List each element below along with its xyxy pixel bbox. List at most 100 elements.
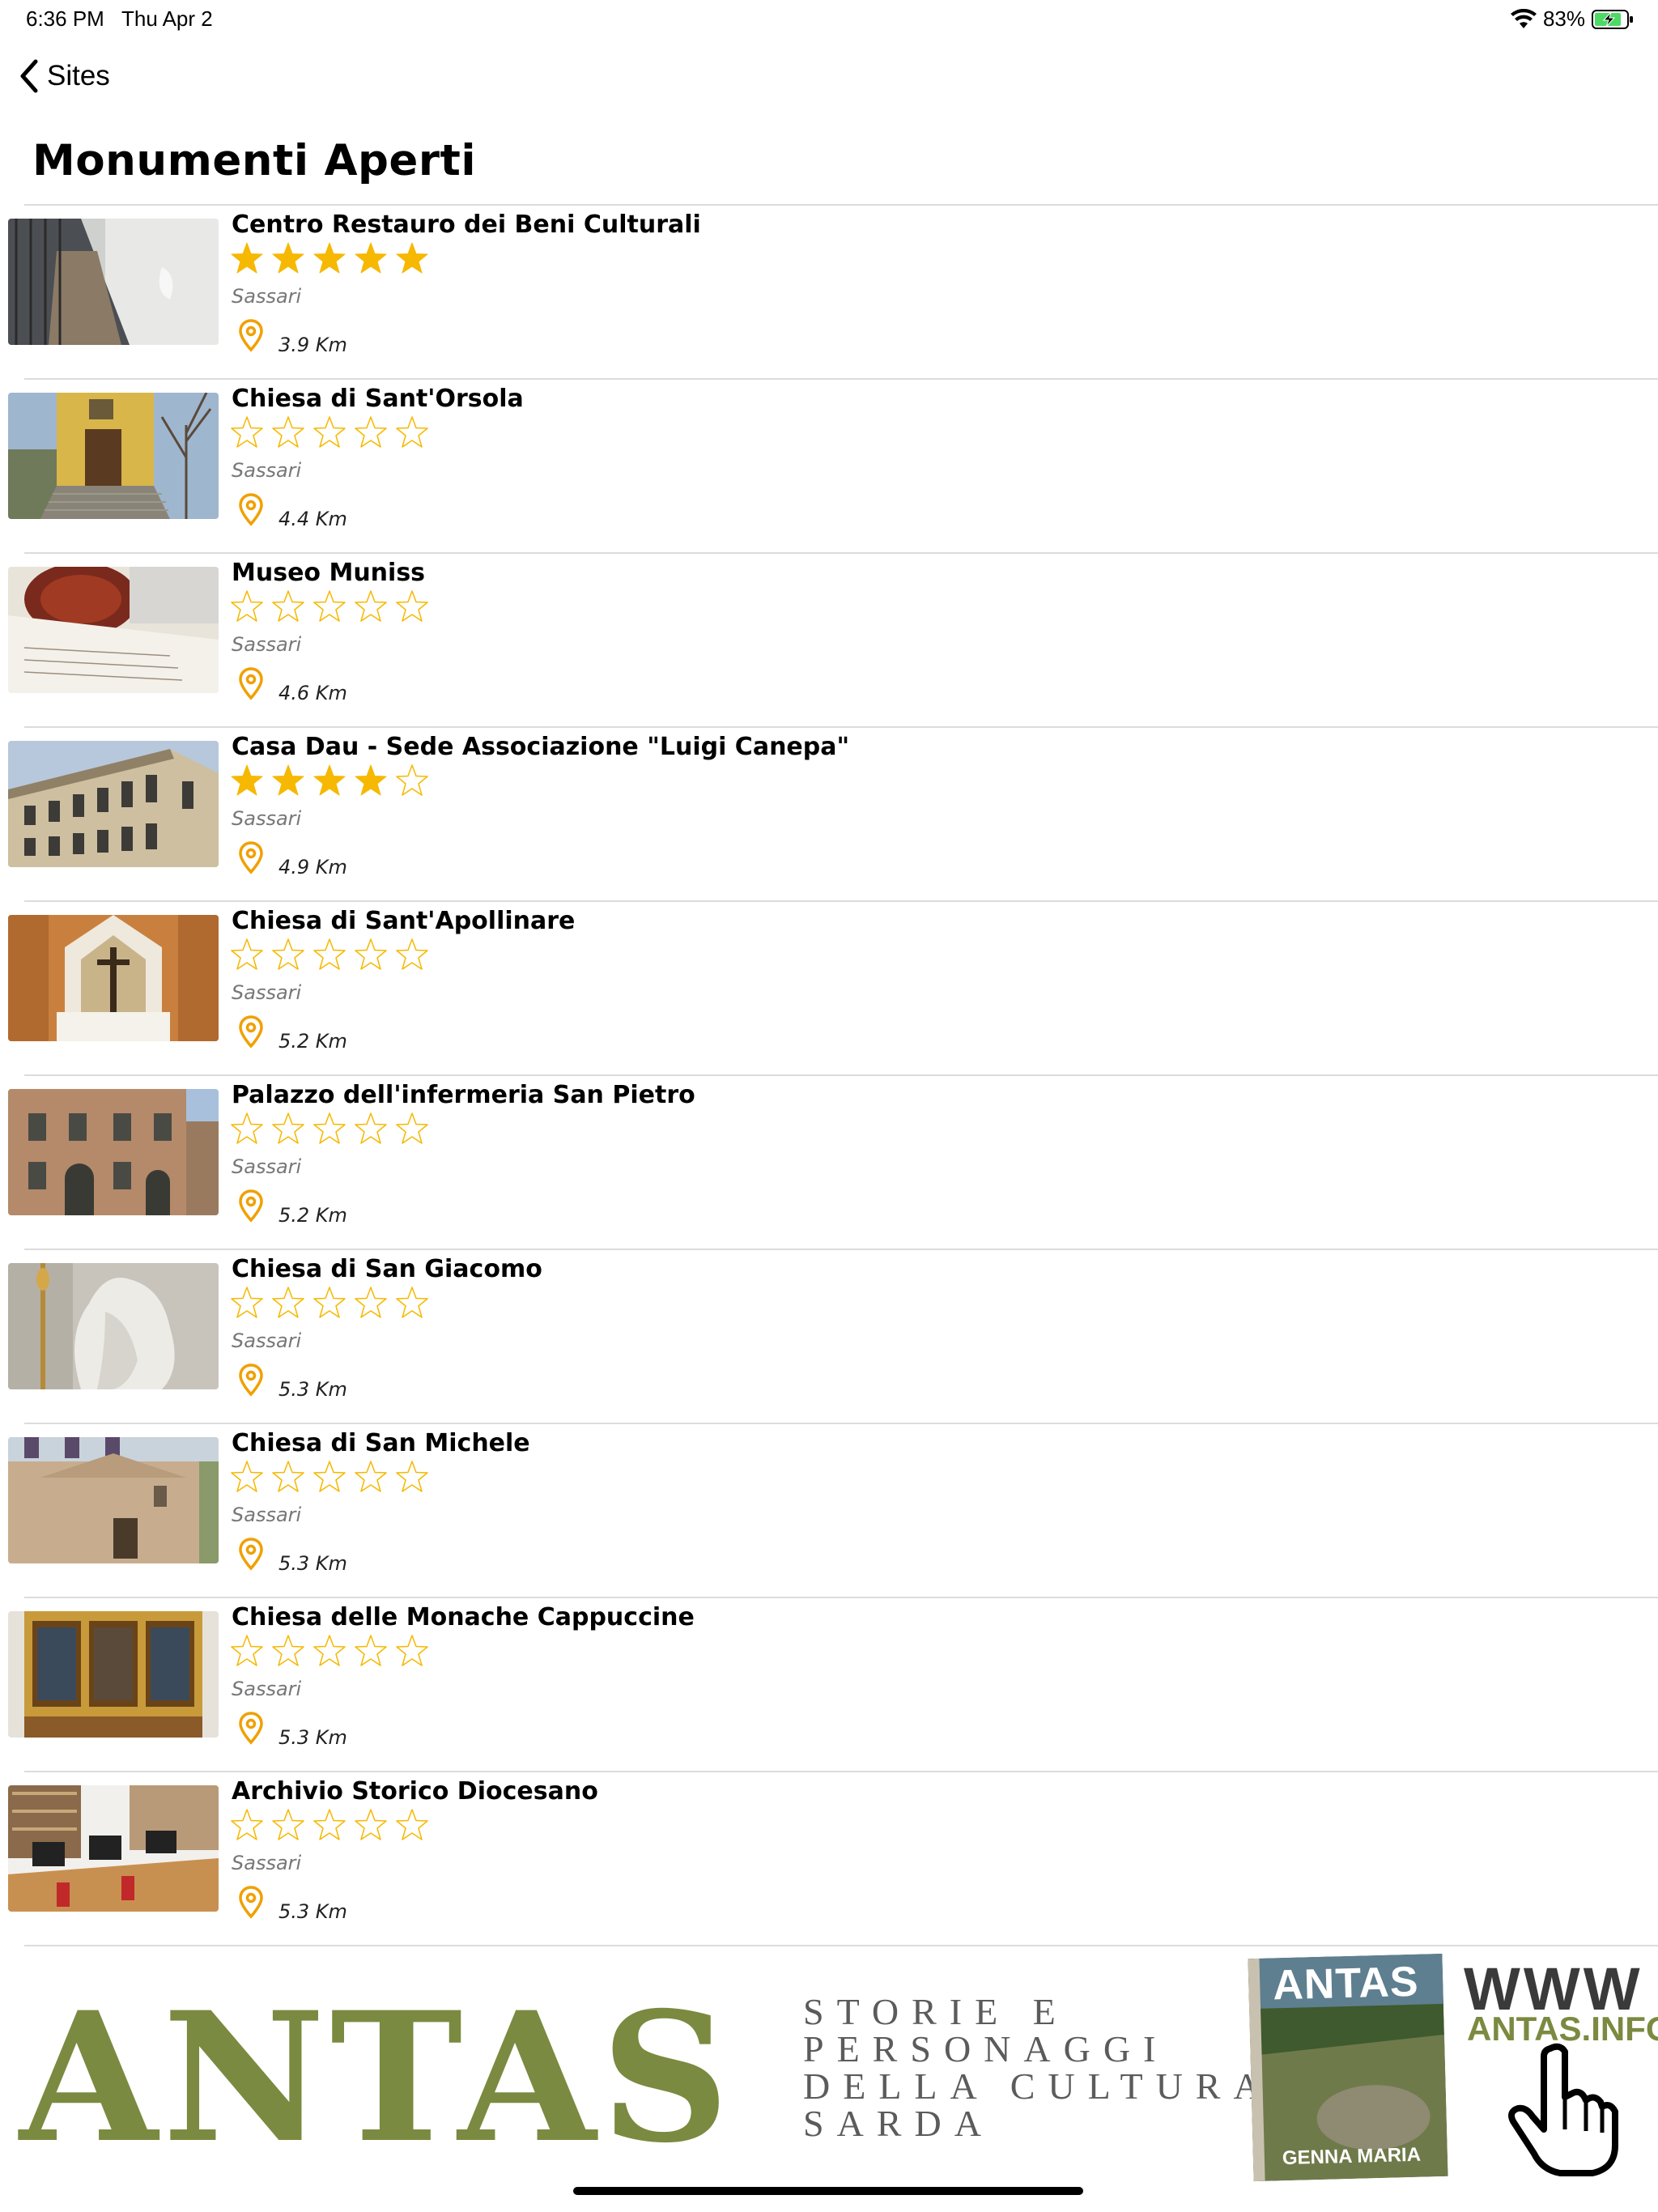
list-item[interactable]: Casa Dau - Sede Associazione "Luigi Cane… bbox=[0, 726, 1658, 900]
star-filled-icon bbox=[231, 242, 263, 274]
star-outline-icon bbox=[313, 1112, 346, 1144]
star-outline-icon bbox=[355, 590, 387, 622]
star-outline-icon bbox=[313, 590, 346, 622]
star-outline-icon bbox=[272, 1287, 304, 1318]
pointing-hand-icon bbox=[1508, 2043, 1618, 2176]
location-pin-icon bbox=[239, 493, 263, 526]
star-rating bbox=[230, 1286, 429, 1320]
star-rating bbox=[230, 1808, 429, 1842]
star-filled-icon bbox=[272, 764, 304, 796]
thumbnail-image bbox=[8, 393, 219, 519]
site-name: Archivio Storico Diocesano bbox=[232, 1777, 598, 1806]
thumbnail-image bbox=[8, 741, 219, 867]
location-pin-icon bbox=[239, 1886, 263, 1919]
star-outline-icon bbox=[231, 416, 263, 448]
thumbnail-image bbox=[8, 1263, 219, 1389]
star-rating bbox=[230, 1112, 429, 1146]
star-outline-icon bbox=[355, 1287, 387, 1318]
star-rating bbox=[230, 241, 429, 275]
star-rating bbox=[230, 1634, 429, 1668]
status-indicators: 83% bbox=[1510, 6, 1634, 32]
site-name: Chiesa di San Michele bbox=[232, 1429, 530, 1457]
tagline-line: STORIE E bbox=[803, 1991, 1069, 2032]
star-outline-icon bbox=[231, 1287, 263, 1318]
list-item[interactable]: Centro Restauro dei Beni Culturali Sassa… bbox=[0, 204, 1658, 378]
site-city: Sassari bbox=[232, 1852, 302, 1874]
star-outline-icon bbox=[396, 1112, 428, 1144]
site-distance: 5.2 Km bbox=[278, 1204, 347, 1227]
site-name: Chiesa delle Monache Cappuccine bbox=[232, 1603, 695, 1631]
star-outline-icon bbox=[396, 938, 428, 970]
site-city: Sassari bbox=[232, 807, 302, 830]
star-filled-icon bbox=[231, 764, 263, 796]
back-button[interactable]: Sites bbox=[18, 58, 110, 94]
thumbnail-image bbox=[8, 1437, 219, 1563]
status-date: Thu Apr 2 bbox=[121, 6, 213, 31]
star-outline-icon bbox=[313, 1461, 346, 1492]
list-item[interactable]: Chiesa di San Michele Sassari 5.3 Km bbox=[0, 1423, 1658, 1597]
star-rating bbox=[230, 938, 429, 972]
list-item[interactable]: Museo Muniss Sassari 4.6 Km bbox=[0, 552, 1658, 726]
site-distance: 4.4 Km bbox=[278, 508, 347, 530]
list-item[interactable]: Chiesa delle Monache Cappuccine Sassari … bbox=[0, 1597, 1658, 1771]
home-indicator[interactable] bbox=[573, 2187, 1083, 2195]
site-distance: 4.9 Km bbox=[278, 856, 347, 878]
list-item[interactable]: Chiesa di Sant'Apollinare Sassari 5.2 Km bbox=[0, 900, 1658, 1074]
star-outline-icon bbox=[231, 1809, 263, 1840]
site-distance: 5.3 Km bbox=[278, 1900, 347, 1923]
site-name: Chiesa di San Giacomo bbox=[232, 1255, 542, 1283]
star-outline-icon bbox=[313, 1809, 346, 1840]
banner-tagline: STORIE E PERSONAGGI DELLA CULTURA SARDA bbox=[803, 1993, 1273, 2142]
star-outline-icon bbox=[396, 1635, 428, 1666]
star-outline-icon bbox=[272, 1112, 304, 1144]
tagline-line: PERSONAGGI bbox=[803, 2028, 1169, 2069]
star-outline-icon bbox=[355, 1461, 387, 1492]
list-item[interactable]: Chiesa di Sant'Orsola Sassari 4.4 Km bbox=[0, 378, 1658, 552]
site-city: Sassari bbox=[232, 1678, 302, 1700]
star-outline-icon bbox=[272, 938, 304, 970]
star-outline-icon bbox=[396, 1809, 428, 1840]
thumbnail-image bbox=[8, 567, 219, 693]
status-bar: 6:36 PM Thu Apr 2 83% bbox=[0, 0, 1658, 39]
star-outline-icon bbox=[355, 938, 387, 970]
star-outline-icon bbox=[355, 1635, 387, 1666]
location-pin-icon bbox=[239, 841, 263, 874]
site-name: Casa Dau - Sede Associazione "Luigi Cane… bbox=[232, 733, 850, 761]
site-name: Chiesa di Sant'Orsola bbox=[232, 385, 524, 413]
site-distance: 3.9 Km bbox=[278, 334, 347, 356]
site-city: Sassari bbox=[232, 459, 302, 482]
star-filled-icon bbox=[313, 242, 346, 274]
list-item[interactable]: Archivio Storico Diocesano Sassari 5.3 K… bbox=[0, 1771, 1658, 1945]
site-name: Palazzo dell'infermeria San Pietro bbox=[232, 1081, 695, 1109]
star-outline-icon bbox=[272, 1809, 304, 1840]
chevron-left-icon bbox=[20, 59, 38, 93]
banner-logo: ANTAS bbox=[19, 1972, 735, 2182]
site-distance: 5.3 Km bbox=[278, 1378, 347, 1401]
back-button-label: Sites bbox=[47, 60, 110, 91]
thumbnail-image bbox=[8, 1785, 219, 1912]
star-outline-icon bbox=[396, 1461, 428, 1492]
magazine-title: ANTAS bbox=[1272, 1958, 1420, 2010]
location-pin-icon bbox=[239, 319, 263, 352]
antas-banner[interactable]: ANTAS STORIE E PERSONAGGI DELLA CULTURA … bbox=[0, 1943, 1658, 2186]
list-item[interactable]: Palazzo dell'infermeria San Pietro Sassa… bbox=[0, 1074, 1658, 1249]
location-pin-icon bbox=[239, 667, 263, 700]
battery-charging-icon bbox=[1592, 9, 1633, 29]
star-outline-icon bbox=[231, 1461, 263, 1492]
page-title: Monumenti Aperti bbox=[32, 136, 477, 185]
status-time: 6:36 PM bbox=[26, 6, 104, 31]
thumbnail-image bbox=[8, 1089, 219, 1215]
location-pin-icon bbox=[239, 1712, 263, 1745]
location-pin-icon bbox=[239, 1363, 263, 1397]
star-outline-icon bbox=[231, 590, 263, 622]
site-distance: 5.3 Km bbox=[278, 1726, 347, 1749]
star-outline-icon bbox=[272, 416, 304, 448]
star-outline-icon bbox=[396, 590, 428, 622]
list-item[interactable]: Chiesa di San Giacomo Sassari 5.3 Km bbox=[0, 1249, 1658, 1423]
site-city: Sassari bbox=[232, 1504, 302, 1526]
star-outline-icon bbox=[313, 938, 346, 970]
location-pin-icon bbox=[239, 1538, 263, 1571]
star-outline-icon bbox=[313, 416, 346, 448]
thumbnail-image bbox=[8, 219, 219, 345]
site-city: Sassari bbox=[232, 1329, 302, 1352]
